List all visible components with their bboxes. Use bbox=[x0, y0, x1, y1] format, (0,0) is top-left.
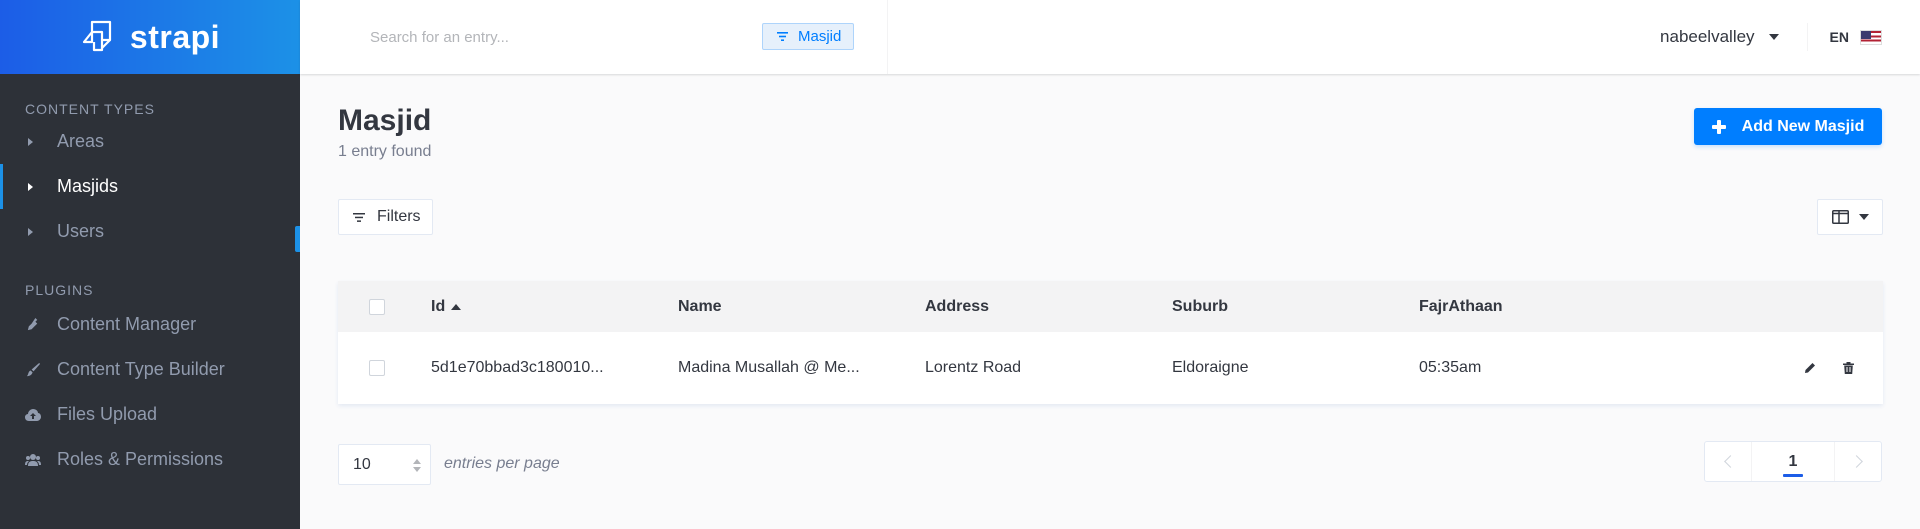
strapi-logo-icon bbox=[82, 20, 112, 52]
plugins-title: PLUGINS bbox=[25, 282, 94, 298]
content-types-title: CONTENT TYPES bbox=[25, 101, 155, 117]
sidebar-item-content-type-builder[interactable]: Content Type Builder bbox=[0, 347, 300, 392]
row-checkbox[interactable] bbox=[369, 360, 385, 376]
column-header-actions bbox=[1659, 281, 1883, 332]
filter-icon bbox=[777, 32, 788, 41]
sidebar-item-label: Roles & Permissions bbox=[57, 449, 224, 469]
users-icon bbox=[25, 452, 41, 468]
row-select-cell bbox=[338, 332, 431, 404]
edit-pencil-icon[interactable] bbox=[1803, 361, 1817, 375]
paint-brush-icon bbox=[25, 362, 41, 378]
column-header-label: FajrAthaan bbox=[1419, 297, 1503, 315]
column-header-label: Name bbox=[678, 297, 722, 315]
cell-suburb: Eldoraigne bbox=[1172, 359, 1249, 376]
current-page-number[interactable]: 1 bbox=[1751, 442, 1835, 481]
search-area: Masjid bbox=[300, 0, 888, 74]
plus-icon bbox=[1711, 119, 1726, 134]
username: nabeelvalley bbox=[1660, 27, 1755, 46]
column-header-fajrathaan[interactable]: FajrAthaan bbox=[1419, 281, 1659, 332]
add-new-label: Add New Masjid bbox=[1741, 117, 1865, 135]
user-menu[interactable]: nabeelvalley bbox=[1660, 23, 1808, 51]
sidebar-item-label: Content Type Builder bbox=[57, 359, 225, 379]
chevron-left-icon bbox=[1723, 455, 1737, 468]
brand-name: strapi bbox=[129, 18, 221, 55]
language-switcher[interactable]: EN bbox=[1808, 29, 1920, 45]
cell-address: Lorentz Road bbox=[925, 359, 1022, 376]
filter-icon bbox=[353, 212, 365, 222]
main-content: Masjid 1 entry found Add New Masjid Filt… bbox=[300, 74, 1920, 529]
top-bar: Masjid nabeelvalley EN bbox=[300, 0, 1920, 74]
sort-ascending-icon bbox=[451, 303, 462, 310]
brand-header[interactable]: strapi bbox=[0, 0, 300, 74]
stepper-arrows-icon bbox=[413, 459, 421, 472]
column-header-name[interactable]: Name bbox=[678, 281, 925, 332]
us-flag-icon bbox=[1860, 29, 1882, 45]
caret-right-icon bbox=[28, 137, 33, 146]
sidebar-item-content-manager[interactable]: Content Manager bbox=[0, 302, 300, 347]
caret-down-icon bbox=[1858, 214, 1869, 220]
language-code: EN bbox=[1829, 29, 1849, 45]
table-header: Id Name Address Suburb FajrAthaan bbox=[338, 281, 1883, 332]
sidebar-item-masjids[interactable]: Masjids bbox=[0, 164, 300, 209]
entries-per-page-label: entries per page bbox=[444, 455, 560, 472]
column-header-suburb[interactable]: Suburb bbox=[1172, 281, 1419, 332]
next-page-button[interactable] bbox=[1835, 442, 1881, 481]
entries-per-page-value: 10 bbox=[353, 455, 371, 473]
entries-table: Id Name Address Suburb FajrAthaan 5d1e70… bbox=[338, 281, 1883, 404]
caret-right-icon bbox=[28, 182, 33, 191]
cloud-upload-icon bbox=[25, 407, 41, 423]
cell-fajrathaan: 05:35am bbox=[1419, 359, 1482, 376]
select-all-cell bbox=[338, 281, 431, 332]
search-filter-label: Masjid bbox=[798, 28, 842, 45]
sidebar-item-label: Areas bbox=[57, 131, 105, 151]
select-all-checkbox[interactable] bbox=[369, 298, 385, 315]
user-area: nabeelvalley EN bbox=[1660, 0, 1920, 74]
sidebar-item-label: Files Upload bbox=[57, 404, 158, 424]
columns-toggle-button[interactable] bbox=[1817, 199, 1883, 235]
delete-trash-icon[interactable] bbox=[1841, 361, 1855, 375]
entry-count: 1 entry found bbox=[338, 143, 432, 160]
column-header-label: Address bbox=[925, 297, 990, 315]
column-header-label: Id bbox=[431, 297, 446, 315]
entries-per-page-select[interactable]: 10 bbox=[338, 444, 431, 485]
sidebar-item-label: Content Manager bbox=[57, 314, 197, 334]
cell-id: 5d1e70bbad3c180010... bbox=[431, 359, 604, 376]
row-actions bbox=[1659, 332, 1883, 404]
table-row[interactable]: 5d1e70bbad3c180010... Madina Musallah @ … bbox=[338, 332, 1883, 404]
columns-icon bbox=[1831, 210, 1849, 224]
sidebar-item-users[interactable]: Users bbox=[0, 209, 300, 254]
sidebar-item-label: Users bbox=[57, 221, 105, 241]
search-input[interactable] bbox=[370, 28, 730, 46]
column-header-address[interactable]: Address bbox=[925, 281, 1172, 332]
search-filter-tag[interactable]: Masjid bbox=[762, 23, 855, 50]
cell-name: Madina Musallah @ Me... bbox=[678, 359, 860, 376]
sidebar-item-label: Masjids bbox=[57, 176, 119, 196]
filters-button[interactable]: Filters bbox=[338, 199, 433, 235]
previous-page-button[interactable] bbox=[1705, 442, 1751, 481]
caret-right-icon bbox=[28, 227, 33, 236]
filters-label: Filters bbox=[377, 208, 421, 225]
sidebar: strapi CONTENT TYPES Areas Masjids Users… bbox=[0, 0, 300, 529]
caret-down-icon bbox=[1768, 34, 1779, 40]
column-header-label: Suburb bbox=[1172, 297, 1228, 315]
sidebar-item-areas[interactable]: Areas bbox=[0, 119, 300, 164]
column-header-id[interactable]: Id bbox=[431, 281, 678, 332]
chevron-right-icon bbox=[1849, 455, 1863, 468]
sidebar-item-files-upload[interactable]: Files Upload bbox=[0, 392, 300, 437]
plug-icon bbox=[25, 317, 41, 333]
page-title: Masjid bbox=[338, 104, 432, 137]
pagination: 1 bbox=[1704, 441, 1882, 482]
add-new-button[interactable]: Add New Masjid bbox=[1694, 108, 1882, 145]
sidebar-item-roles-permissions[interactable]: Roles & Permissions bbox=[0, 437, 300, 482]
